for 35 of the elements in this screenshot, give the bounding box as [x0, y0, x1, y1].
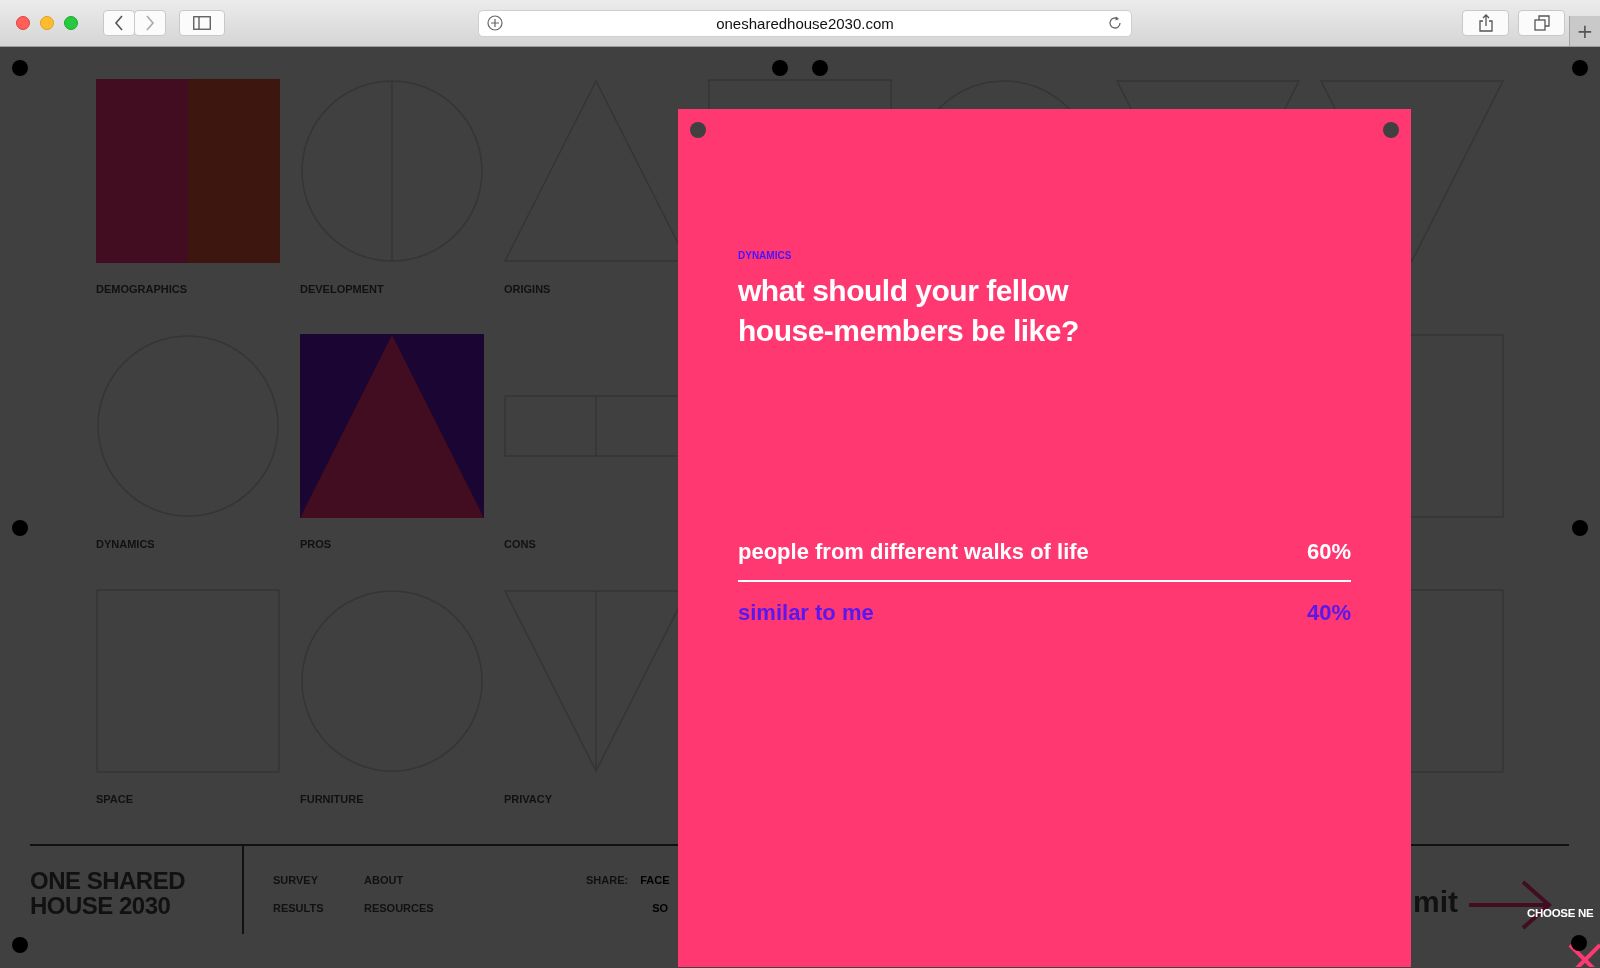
pin-dot — [12, 937, 28, 953]
pin-dot — [1572, 60, 1588, 76]
pin-dot — [12, 60, 28, 76]
pin-dot — [772, 60, 788, 76]
answer-percent: 40% — [1306, 600, 1351, 626]
answer-text: people from different walks of life — [738, 539, 1089, 565]
share-link[interactable]: FACE — [640, 874, 670, 886]
pin-dot — [1383, 122, 1399, 138]
pin-dot — [690, 122, 706, 138]
pin-dot — [1572, 520, 1588, 536]
sidebar-button[interactable] — [179, 10, 225, 36]
sidebar-icon — [193, 16, 211, 30]
question-heading: what should your fellow house-members be like? — [738, 273, 1080, 349]
share-button[interactable] — [1462, 10, 1509, 36]
category-label: DYNAMICS — [738, 250, 792, 261]
choose-next-link[interactable]: CHOOSE NE — [1527, 907, 1594, 919]
chevron-left-icon — [114, 15, 124, 31]
share-icon — [1478, 14, 1493, 32]
pin-dot — [12, 520, 28, 536]
close-icon[interactable] — [1568, 943, 1600, 967]
answer-text: similar to me — [738, 600, 874, 626]
close-icon[interactable] — [16, 16, 30, 30]
tabs-icon — [1533, 15, 1550, 31]
pin-dot — [812, 60, 828, 76]
address-field[interactable]: onesharedhouse2030.com — [478, 9, 1132, 37]
share-link[interactable]: SO — [652, 902, 669, 914]
zoom-icon[interactable] — [64, 16, 78, 30]
new-tab-button[interactable]: + — [1569, 16, 1600, 46]
chevron-right-icon — [145, 15, 155, 31]
reload-icon[interactable] — [1107, 15, 1123, 31]
answer-percent: 60% — [1306, 539, 1351, 565]
pin-dot — [1571, 935, 1587, 951]
back-button[interactable] — [103, 10, 135, 36]
add-icon[interactable] — [487, 15, 503, 31]
tabs-button[interactable] — [1518, 10, 1565, 36]
